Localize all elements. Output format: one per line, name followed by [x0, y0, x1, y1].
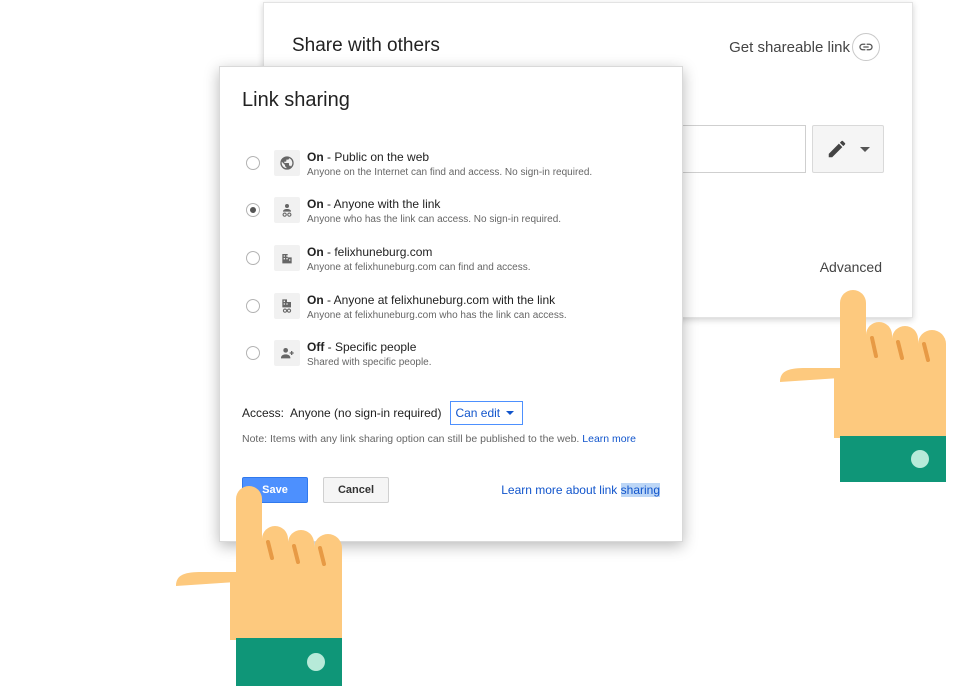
dialog-title: Link sharing: [242, 89, 350, 111]
access-value: Anyone (no sign-in required): [290, 406, 442, 420]
option-description: Anyone at felixhuneburg.com who has the …: [307, 310, 567, 321]
option-label: - Public on the web: [323, 150, 430, 164]
access-label: Access:: [242, 406, 285, 420]
shareable-link-button[interactable]: [852, 33, 880, 61]
people-input[interactable]: [682, 125, 806, 173]
learn-more-prefix: Learn more about link: [501, 483, 621, 497]
link-icon: [859, 43, 873, 51]
option-label: - Anyone with the link: [323, 197, 441, 211]
radio-anyone-with-link[interactable]: [246, 203, 260, 217]
advanced-link[interactable]: Advanced: [820, 259, 882, 275]
building-icon: [274, 245, 300, 271]
option-state: On: [307, 245, 324, 259]
share-panel-title: Share with others: [292, 35, 440, 56]
option-label: - Anyone at felixhuneburg.com with the l…: [323, 293, 556, 307]
radio-specific-people[interactable]: [246, 346, 260, 360]
building-link-icon: [274, 293, 300, 319]
globe-icon: [274, 150, 300, 176]
option-description: Anyone at felixhuneburg.com can find and…: [307, 262, 531, 273]
option-state: Off: [307, 340, 325, 354]
option-public-on-web[interactable]: On - Public on the web Anyone on the Int…: [242, 150, 662, 186]
link-sharing-dialog: Link sharing On - Public on the web Anyo…: [219, 66, 683, 542]
person-add-icon: [274, 340, 300, 366]
permission-value: Can edit: [455, 406, 501, 420]
option-domain[interactable]: On - felixhuneburg.com Anyone at felixhu…: [242, 245, 662, 281]
option-label: - felixhuneburg.com: [323, 245, 433, 259]
option-label: - Specific people: [324, 340, 417, 354]
get-shareable-link-label[interactable]: Get shareable link: [729, 39, 850, 56]
note-text: Note: Items with any link sharing option…: [242, 433, 580, 445]
option-state: On: [307, 293, 324, 307]
pointing-hand-left: [176, 486, 342, 686]
option-description: Anyone who has the link can access. No s…: [307, 214, 562, 225]
option-description: Anyone on the Internet can find and acce…: [307, 167, 593, 178]
chevron-down-icon: [860, 146, 870, 152]
radio-domain[interactable]: [246, 251, 260, 265]
chevron-down-icon: [506, 411, 515, 415]
option-domain-with-link[interactable]: On - Anyone at felixhuneburg.com with th…: [242, 293, 662, 329]
option-state: On: [307, 150, 324, 164]
access-row: Access: Anyone (no sign-in required) Can…: [242, 401, 524, 425]
option-state: On: [307, 197, 324, 211]
permission-dropdown[interactable]: Can edit: [450, 401, 524, 425]
option-specific-people[interactable]: Off - Specific people Shared with specif…: [242, 340, 662, 376]
learn-more-highlight: sharing: [620, 483, 660, 497]
learn-more-link-sharing[interactable]: Learn more about link sharing: [501, 483, 660, 497]
radio-domain-with-link[interactable]: [246, 299, 260, 313]
person-link-icon: [274, 197, 300, 223]
permission-dropdown-button[interactable]: [812, 125, 884, 173]
option-description: Shared with specific people.: [307, 357, 432, 368]
publish-note: Note: Items with any link sharing option…: [242, 433, 636, 445]
radio-public-on-web[interactable]: [246, 156, 260, 170]
pointing-hand-right: [780, 290, 946, 482]
option-anyone-with-link[interactable]: On - Anyone with the link Anyone who has…: [242, 197, 662, 233]
note-learn-more-link[interactable]: Learn more: [582, 433, 636, 445]
pencil-icon: [828, 140, 846, 158]
